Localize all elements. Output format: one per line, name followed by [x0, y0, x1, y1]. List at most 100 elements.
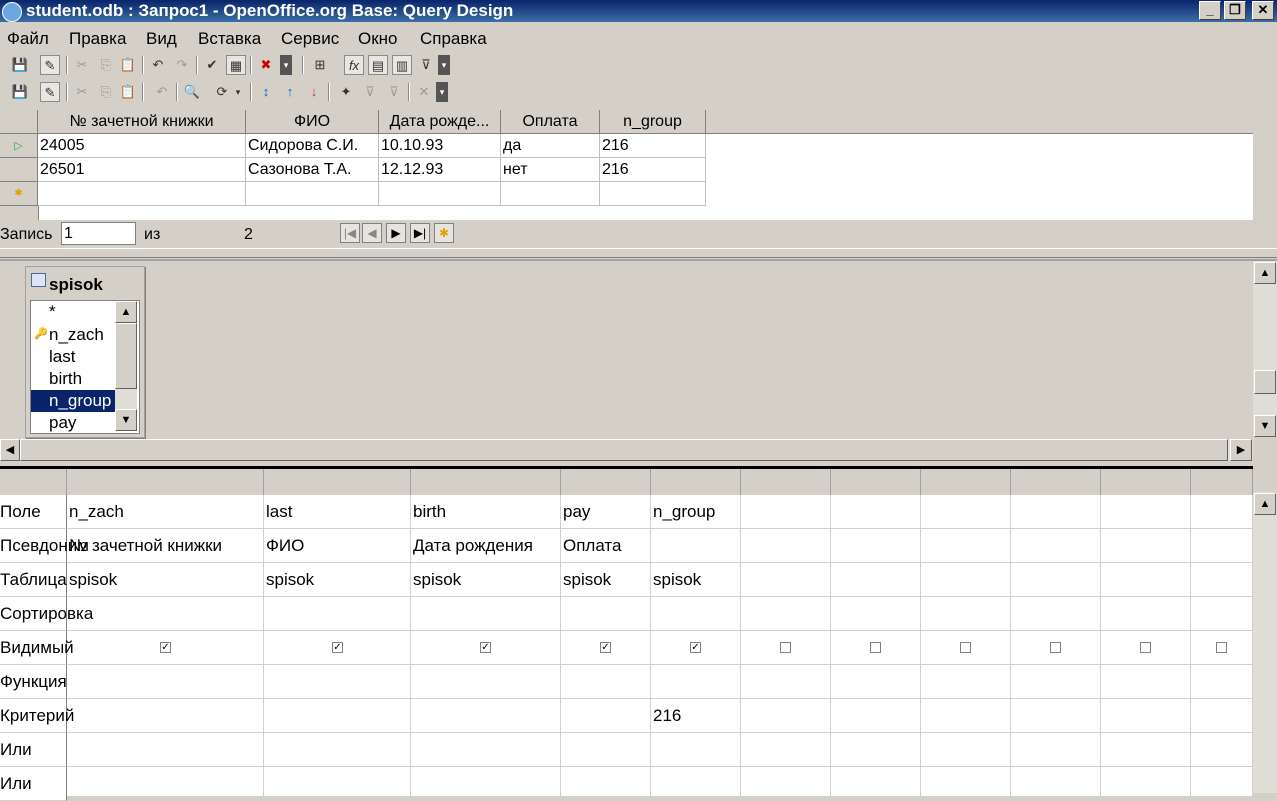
or-cell[interactable] — [1101, 733, 1191, 767]
remove-filter-icon[interactable]: ✕ — [414, 82, 434, 102]
menu-file[interactable]: Файл — [7, 29, 49, 49]
grid-cell[interactable]: 10.10.93 — [379, 134, 501, 158]
visible-cell[interactable] — [1191, 631, 1253, 665]
column-selector[interactable] — [67, 469, 264, 495]
undo-record-icon[interactable]: ↶ — [152, 82, 172, 102]
function-cell[interactable] — [831, 665, 921, 699]
new-record-icon[interactable]: ✱ — [0, 182, 38, 206]
grid-cell[interactable]: 26501 — [38, 158, 246, 182]
prev-record-icon[interactable]: ◀ — [362, 223, 382, 243]
field-cell[interactable] — [831, 495, 921, 529]
function-cell[interactable] — [264, 665, 411, 699]
menu-help[interactable]: Справка — [420, 29, 487, 49]
field-item[interactable]: pay — [31, 412, 115, 433]
criteria-vscroll[interactable] — [1253, 492, 1277, 793]
criterion-cell[interactable] — [831, 699, 921, 733]
or-cell[interactable] — [921, 733, 1011, 767]
table-cell[interactable] — [1011, 563, 1101, 597]
or-cell[interactable] — [561, 733, 651, 767]
visible-cell[interactable] — [831, 631, 921, 665]
column-selector[interactable] — [741, 469, 831, 495]
table-cell[interactable] — [1101, 563, 1191, 597]
refresh-icon[interactable]: ⟳ — [212, 82, 232, 102]
column-header[interactable]: n_group — [600, 110, 706, 134]
visible-cell[interactable]: ✓ — [67, 631, 264, 665]
cut-icon-2[interactable]: ✂ — [72, 82, 92, 102]
or-cell[interactable] — [1191, 767, 1253, 801]
restore-button[interactable]: ❐ — [1224, 1, 1246, 20]
function-cell[interactable] — [67, 665, 264, 699]
sort-cell[interactable] — [921, 597, 1011, 631]
criterion-cell[interactable] — [264, 699, 411, 733]
edit-mode-icon[interactable]: ✎ — [40, 55, 60, 75]
copy-icon[interactable]: ⎘ — [96, 55, 116, 75]
column-selector[interactable] — [831, 469, 921, 495]
undo-icon[interactable]: ↶ — [148, 55, 168, 75]
alias-cell[interactable] — [1101, 529, 1191, 563]
or-cell[interactable] — [1011, 733, 1101, 767]
visible-cell[interactable]: ✓ — [651, 631, 741, 665]
column-header[interactable]: Дата рожде... — [379, 110, 501, 134]
sort-cell[interactable] — [651, 597, 741, 631]
visible-cell[interactable] — [1011, 631, 1101, 665]
table-cell[interactable] — [921, 563, 1011, 597]
or-cell[interactable] — [1191, 733, 1253, 767]
table-cell[interactable] — [1191, 563, 1253, 597]
field-cell[interactable] — [1101, 495, 1191, 529]
sort-cell[interactable] — [67, 597, 264, 631]
cut-icon[interactable]: ✂ — [72, 55, 92, 75]
edit-data-icon[interactable]: ✎ — [40, 82, 60, 102]
function-cell[interactable] — [921, 665, 1011, 699]
criterion-cell[interactable] — [1101, 699, 1191, 733]
menu-edit[interactable]: Правка — [69, 29, 126, 49]
or-cell[interactable] — [1101, 767, 1191, 801]
field-cell[interactable] — [921, 495, 1011, 529]
column-selector[interactable] — [1011, 469, 1101, 495]
alias-cell[interactable] — [651, 529, 741, 563]
first-record-icon[interactable]: |◀ — [340, 223, 360, 243]
column-header[interactable]: ФИО — [246, 110, 379, 134]
design-hscroll-thumb[interactable] — [20, 439, 1228, 461]
column-selector[interactable] — [651, 469, 741, 495]
grid-cell[interactable] — [246, 182, 379, 206]
visible-checkbox[interactable]: ✓ — [160, 642, 171, 653]
or-cell[interactable] — [561, 767, 651, 801]
field-item[interactable]: n_zach — [31, 324, 115, 346]
field-cell[interactable]: pay — [561, 495, 651, 529]
table-cell[interactable]: spisok — [651, 563, 741, 597]
or-cell[interactable] — [651, 767, 741, 801]
table-cell[interactable] — [831, 563, 921, 597]
grid-cell[interactable]: 12.12.93 — [379, 158, 501, 182]
visible-checkbox[interactable] — [1140, 642, 1151, 653]
visible-checkbox[interactable] — [870, 642, 881, 653]
row-header[interactable] — [0, 158, 38, 182]
scroll-down-icon[interactable]: ▼ — [115, 409, 137, 431]
field-item-selected[interactable]: n_group — [31, 390, 115, 412]
function-cell[interactable] — [1191, 665, 1253, 699]
column-selector[interactable] — [1191, 469, 1253, 495]
grid-cell[interactable]: Сидорова С.И. — [246, 134, 379, 158]
criterion-cell[interactable]: 216 — [651, 699, 741, 733]
column-selector[interactable] — [1101, 469, 1191, 495]
sort-cell[interactable] — [264, 597, 411, 631]
visible-cell[interactable]: ✓ — [264, 631, 411, 665]
visible-cell[interactable]: ✓ — [411, 631, 561, 665]
visible-cell[interactable] — [1101, 631, 1191, 665]
function-cell[interactable] — [411, 665, 561, 699]
record-number-field[interactable]: 1 — [61, 222, 136, 245]
splitter[interactable] — [0, 248, 1277, 258]
or-cell[interactable] — [651, 733, 741, 767]
visible-cell[interactable] — [921, 631, 1011, 665]
alias-cell[interactable] — [831, 529, 921, 563]
criterion-cell[interactable] — [1011, 699, 1101, 733]
or-cell[interactable] — [921, 767, 1011, 801]
save-record-icon[interactable]: 💾 — [10, 82, 30, 102]
grid-cell[interactable]: 24005 — [38, 134, 246, 158]
scroll-thumb[interactable] — [115, 323, 137, 389]
function-cell[interactable] — [561, 665, 651, 699]
toolbar-overflow-icon-3[interactable]: ▾ — [436, 82, 448, 102]
copy-icon-2[interactable]: ⎘ — [96, 82, 116, 102]
close-button[interactable]: ✕ — [1252, 1, 1274, 20]
new-record-nav-icon[interactable]: ✱ — [434, 223, 454, 243]
visible-checkbox[interactable] — [960, 642, 971, 653]
